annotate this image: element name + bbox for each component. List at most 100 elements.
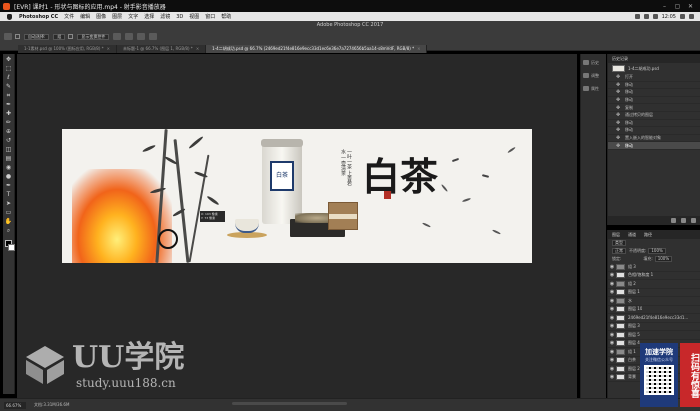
- menu-edit[interactable]: 编辑: [80, 13, 90, 20]
- menu-select[interactable]: 选择: [144, 13, 154, 20]
- visibility-eye-icon[interactable]: ◉: [608, 298, 616, 304]
- quick-select-tool-icon[interactable]: ✎: [5, 83, 13, 90]
- stamp-tool-icon[interactable]: ⊕: [5, 128, 13, 135]
- eraser-tool-icon[interactable]: ◫: [5, 146, 13, 153]
- layer-row[interactable]: ◉ 图层 1: [608, 289, 700, 297]
- fill-input[interactable]: 100%: [654, 256, 673, 262]
- menu-view[interactable]: 视图: [189, 13, 199, 20]
- notification-center-icon[interactable]: [689, 14, 694, 19]
- minimize-button[interactable]: –: [660, 3, 669, 10]
- opacity-input[interactable]: 100%: [648, 248, 666, 254]
- history-snapshot[interactable]: 1-4二胡成功.psd: [608, 63, 700, 74]
- battery-icon[interactable]: [643, 14, 649, 19]
- menu-image[interactable]: 图像: [96, 13, 106, 20]
- crop-tool-icon[interactable]: ⌗: [5, 92, 13, 99]
- history-item[interactable]: ✥ 复制: [608, 104, 700, 112]
- history-item[interactable]: ✥ 移动: [608, 89, 700, 97]
- auto-select-dropdown[interactable]: 组: [53, 33, 66, 40]
- app-menu[interactable]: Photoshop CC: [19, 14, 58, 20]
- dodge-tool-icon[interactable]: ●: [5, 173, 13, 180]
- new-document-from-state-icon[interactable]: [671, 218, 676, 223]
- history-panel-button[interactable]: 历史: [583, 58, 604, 67]
- tab-close-icon[interactable]: ×: [196, 46, 199, 51]
- hand-tool-icon[interactable]: ✋: [5, 218, 13, 225]
- layer-row[interactable]: ◉ 组 3: [608, 263, 700, 272]
- show-transform-checkbox[interactable]: [68, 34, 74, 39]
- history-tab[interactable]: 历史记录: [612, 56, 628, 62]
- layer-row[interactable]: ◉ 色相/饱和度 1: [608, 272, 700, 280]
- properties-panel-button[interactable]: 属性: [583, 84, 604, 93]
- type-tool-icon[interactable]: T: [5, 191, 13, 198]
- lasso-tool-icon[interactable]: ℓ: [5, 74, 13, 81]
- history-item[interactable]: ✥ 打开: [608, 74, 700, 82]
- layer-row[interactable]: ◉ 2469ed21f4e816e9ecc33d1...: [608, 314, 700, 323]
- close-button[interactable]: ✕: [686, 3, 695, 10]
- healing-tool-icon[interactable]: ✚: [5, 110, 13, 117]
- menu-type[interactable]: 文字: [128, 13, 138, 20]
- menu-filter[interactable]: 滤镜: [160, 13, 170, 20]
- tab-close-icon[interactable]: ×: [107, 46, 110, 51]
- volume-icon[interactable]: [652, 14, 658, 19]
- visibility-eye-icon[interactable]: ◉: [608, 289, 616, 295]
- visibility-eye-icon[interactable]: ◉: [608, 357, 616, 363]
- visibility-eye-icon[interactable]: ◉: [608, 366, 616, 372]
- layer-row[interactable]: ◉ 水: [608, 297, 700, 306]
- visibility-eye-icon[interactable]: ◉: [608, 264, 616, 270]
- tab-paths[interactable]: 路径: [644, 232, 652, 238]
- menu-layer[interactable]: 图层: [112, 13, 122, 20]
- history-brush-tool-icon[interactable]: ↺: [5, 137, 13, 144]
- visibility-eye-icon[interactable]: ◉: [608, 323, 616, 329]
- tab-layers[interactable]: 图层: [612, 232, 620, 238]
- distribute-icon[interactable]: [149, 33, 158, 40]
- layer-row[interactable]: ◉ 图层 10: [608, 306, 700, 314]
- history-item[interactable]: ✥ 移动: [608, 82, 700, 90]
- current-tool-icon[interactable]: [4, 33, 12, 40]
- eyedropper-tool-icon[interactable]: ✒: [5, 101, 13, 108]
- blur-tool-icon[interactable]: ◉: [5, 164, 13, 171]
- marquee-tool-icon[interactable]: ⬚: [5, 65, 13, 72]
- document-tab-2[interactable]: 未标题-1 @ 66.7% (图层 1, RGB/8) * ×: [117, 45, 207, 53]
- visibility-eye-icon[interactable]: ◉: [608, 332, 616, 338]
- tab-channels[interactable]: 通道: [628, 232, 636, 238]
- auto-select-checkbox[interactable]: [15, 34, 20, 39]
- shape-tool-icon[interactable]: ▭: [5, 209, 13, 216]
- menu-window[interactable]: 窗口: [205, 13, 215, 20]
- delete-state-icon[interactable]: [691, 218, 696, 223]
- visibility-eye-icon[interactable]: ◉: [608, 349, 616, 355]
- document-tab-3[interactable]: 1-4二胡成功.psd @ 66.7% (2469ed21f4e816e9ecc…: [206, 45, 428, 53]
- maximize-button[interactable]: ▢: [673, 3, 682, 10]
- path-select-tool-icon[interactable]: ➤: [5, 200, 13, 207]
- align-right-icon[interactable]: [137, 33, 146, 40]
- visibility-eye-icon[interactable]: ◉: [608, 374, 616, 380]
- menu-3d[interactable]: 3D: [176, 14, 183, 20]
- layer-row[interactable]: ◉ 组 2: [608, 280, 700, 289]
- document-tab-1[interactable]: 1-1素材.psd @ 100% (图标应用, RGB/8) * ×: [18, 45, 118, 53]
- visibility-eye-icon[interactable]: ◉: [608, 315, 616, 321]
- align-center-icon[interactable]: [125, 33, 134, 40]
- history-item[interactable]: ✥ 移动: [608, 97, 700, 105]
- background-color[interactable]: [8, 244, 15, 251]
- menu-file[interactable]: 文件: [64, 13, 74, 20]
- history-item[interactable]: ✥ 移动: [608, 142, 700, 150]
- visibility-eye-icon[interactable]: ◉: [608, 272, 616, 278]
- blend-mode-select[interactable]: 正常: [612, 248, 626, 254]
- document-canvas[interactable]: 白茶 一叶一茶 上善若水 一壶清茶 白茶 X: 193 像素 Y: 73 像素: [62, 129, 532, 263]
- horizontal-scrollbar[interactable]: [232, 402, 347, 405]
- zoom-tool-icon[interactable]: ⌕: [5, 227, 13, 234]
- history-item[interactable]: ✥ 移动: [608, 120, 700, 128]
- visibility-eye-icon[interactable]: ◉: [608, 306, 616, 312]
- wifi-icon[interactable]: [634, 14, 640, 19]
- apple-menu-icon[interactable]: [7, 13, 12, 20]
- layer-row[interactable]: ◉ 图层 5: [608, 331, 700, 340]
- create-snapshot-icon[interactable]: [681, 218, 686, 223]
- gradient-tool-icon[interactable]: ▤: [5, 155, 13, 162]
- spotlight-search-icon[interactable]: [680, 14, 685, 19]
- adjust-panel-button[interactable]: 调整: [583, 71, 604, 80]
- visibility-eye-icon[interactable]: ◉: [608, 340, 616, 346]
- color-swatch[interactable]: [3, 240, 15, 252]
- brush-tool-icon[interactable]: ✏: [5, 119, 13, 126]
- move-tool-icon[interactable]: ✥: [5, 56, 13, 63]
- zoom-level-field[interactable]: 66.67%: [4, 401, 26, 409]
- history-item[interactable]: ✥ 通过拷贝的图层: [608, 112, 700, 120]
- pen-tool-icon[interactable]: ✒: [5, 182, 13, 189]
